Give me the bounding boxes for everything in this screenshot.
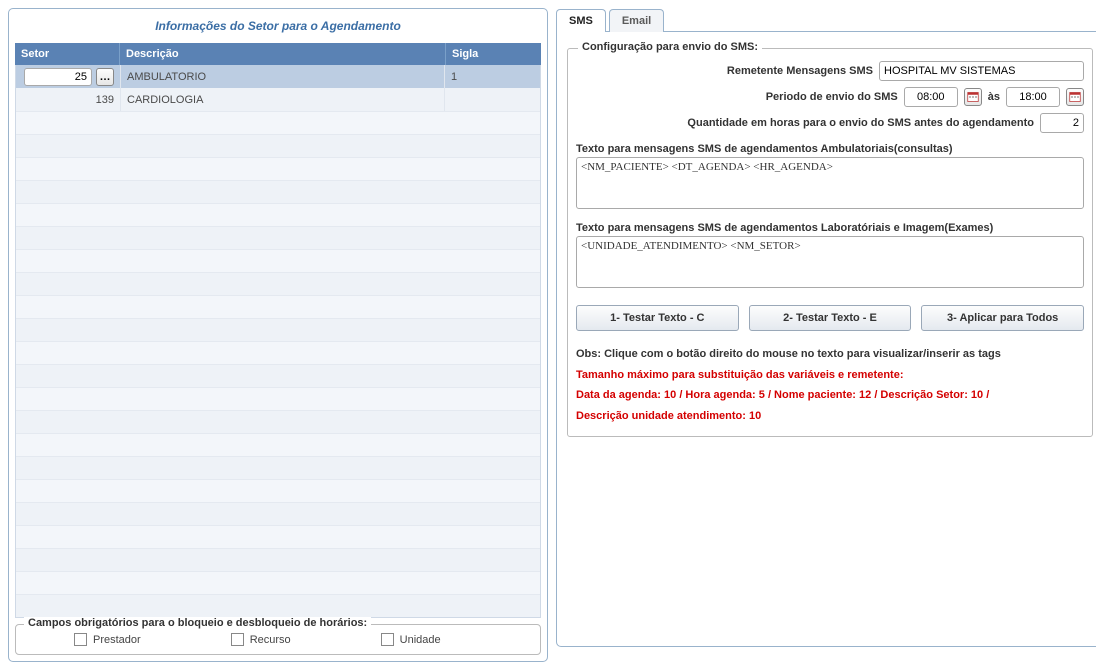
tab-email[interactable]: Email: [609, 9, 664, 32]
obs-text: Obs: Clique com o botão direito do mouse…: [576, 345, 1084, 364]
mandatory-legend: Campos obrigatórios para o bloqueio e de…: [24, 617, 371, 629]
warning-line-1: Tamanho máximo para substituição das var…: [576, 366, 1084, 385]
grid-header: Setor Descrição Sigla: [15, 43, 541, 65]
mandatory-fields-box: Campos obrigatórios para o bloqueio e de…: [15, 624, 541, 655]
left-panel-title: Informações do Setor para o Agendamento: [15, 13, 541, 43]
table-row[interactable]: … AMBULATORIO 1: [16, 65, 540, 88]
testar-texto-e-button[interactable]: 2- Testar Texto - E: [749, 305, 912, 331]
calendar-from-button[interactable]: [964, 88, 982, 106]
checkbox-icon: [231, 633, 244, 646]
sms-config-fieldset: Configuração para envio do SMS: Remetent…: [567, 48, 1093, 437]
calendar-to-button[interactable]: [1066, 88, 1084, 106]
qtd-horas-label: Quantidade em horas para o envio do SMS …: [687, 117, 1034, 129]
periodo-from-input[interactable]: [904, 87, 958, 107]
right-panel: SMS Email Configuração para envio do SMS…: [556, 8, 1096, 662]
left-panel: Informações do Setor para o Agendamento …: [8, 8, 548, 662]
tab-bar: SMS Email: [556, 9, 1096, 32]
calendar-icon: [967, 91, 979, 103]
tab-sms[interactable]: SMS: [556, 9, 606, 32]
calendar-icon: [1069, 91, 1081, 103]
col-sigla: Sigla: [446, 43, 541, 65]
checkbox-icon: [74, 633, 87, 646]
col-setor: Setor: [15, 43, 120, 65]
cell-setor: 139: [16, 88, 121, 111]
testar-texto-c-button[interactable]: 1- Testar Texto - C: [576, 305, 739, 331]
setor-input[interactable]: [24, 68, 92, 86]
cell-descricao: AMBULATORIO: [121, 65, 445, 88]
checkbox-recurso[interactable]: Recurso: [231, 633, 291, 646]
checkbox-label: Prestador: [93, 634, 141, 646]
txt-consultas-label: Texto para mensagens SMS de agendamentos…: [576, 143, 1084, 155]
qtd-horas-input[interactable]: [1040, 113, 1084, 133]
checkbox-label: Recurso: [250, 634, 291, 646]
grid-body: … AMBULATORIO 1 139 CARDIOLOGIA: [15, 65, 541, 618]
checkbox-unidade[interactable]: Unidade: [381, 633, 441, 646]
cell-sigla: [445, 88, 540, 111]
periodo-to-label: às: [988, 91, 1000, 103]
periodo-label: Periodo de envio do SMS: [766, 91, 898, 103]
warning-line-2: Data da agenda: 10 / Hora agenda: 5 / No…: [576, 386, 1084, 405]
warning-line-3: Descrição unidade atendimento: 10: [576, 407, 1084, 426]
cell-descricao: CARDIOLOGIA: [121, 88, 445, 111]
cell-sigla: 1: [445, 65, 540, 88]
checkbox-label: Unidade: [400, 634, 441, 646]
fieldset-legend: Configuração para envio do SMS:: [578, 41, 762, 53]
remetente-label: Remetente Mensagens SMS: [727, 65, 873, 77]
setor-lov-button[interactable]: …: [96, 68, 114, 86]
tab-content-sms: Configuração para envio do SMS: Remetent…: [556, 31, 1096, 647]
txt-exames-label: Texto para mensagens SMS de agendamentos…: [576, 222, 1084, 234]
txt-exames-textarea[interactable]: [576, 236, 1084, 288]
col-descricao: Descrição: [120, 43, 446, 65]
aplicar-todos-button[interactable]: 3- Aplicar para Todos: [921, 305, 1084, 331]
txt-consultas-textarea[interactable]: [576, 157, 1084, 209]
remetente-input[interactable]: [879, 61, 1084, 81]
table-row[interactable]: 139 CARDIOLOGIA: [16, 88, 540, 111]
checkbox-prestador[interactable]: Prestador: [74, 633, 141, 646]
periodo-to-input[interactable]: [1006, 87, 1060, 107]
checkbox-icon: [381, 633, 394, 646]
